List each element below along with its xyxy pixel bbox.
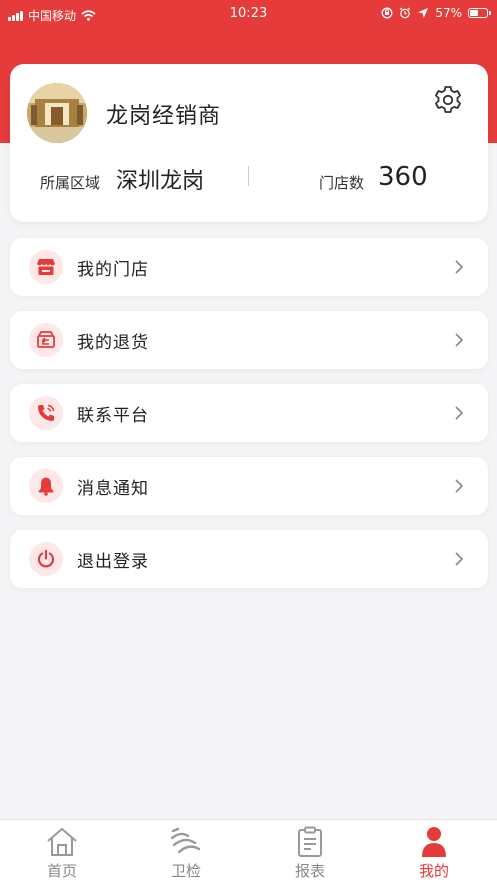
phone-icon (29, 396, 63, 430)
menu-label: 我的门店 (77, 260, 149, 280)
tab-reports[interactable]: 报表 (248, 820, 372, 884)
store-icon (29, 250, 63, 284)
store-name: 龙岗经销商 (106, 104, 222, 129)
chevron-right-icon (448, 329, 470, 351)
status-right: 57% (381, 6, 491, 20)
tab-label: 卫检 (170, 862, 201, 880)
tab-label: 我的 (418, 862, 449, 880)
alarm-icon (400, 7, 411, 19)
location-arrow-icon (418, 8, 429, 18)
tab-label: 首页 (46, 862, 77, 880)
stats-row: 所属区域 深圳龙岗 门店数 360 (10, 162, 488, 194)
power-icon (29, 542, 63, 576)
chevron-right-icon (448, 475, 470, 497)
menu-label: 联系平台 (77, 406, 149, 426)
battery-icon (468, 8, 491, 18)
battery-percent: 57% (435, 6, 462, 20)
region-value: 深圳龙岗 (116, 169, 205, 194)
avatar[interactable] (27, 83, 87, 143)
tab-bar: 首页 卫检 报表 我的 (0, 819, 497, 884)
menu-label: 我的退货 (77, 333, 149, 353)
menu-item-contact-platform[interactable]: 联系平台 (10, 384, 488, 442)
chevron-right-icon (448, 548, 470, 570)
bell-icon (29, 469, 63, 503)
menu-item-my-stores[interactable]: 我的门店 (10, 238, 488, 296)
tab-label: 报表 (294, 862, 325, 880)
store-photo (27, 83, 87, 143)
menu-item-notifications[interactable]: 消息通知 (10, 457, 488, 515)
battery-fill (470, 10, 478, 16)
settings-button[interactable] (430, 82, 466, 118)
tab-home[interactable]: 首页 (0, 820, 124, 884)
stores-label: 门店数 (319, 174, 365, 192)
menu-item-my-returns[interactable]: 我的退货 (10, 311, 488, 369)
menu-item-logout[interactable]: 退出登录 (10, 530, 488, 588)
menu-label: 消息通知 (77, 479, 149, 499)
clipboard-icon (292, 826, 328, 858)
region-label: 所属区域 (40, 174, 101, 192)
stats-divider (248, 166, 249, 186)
chevron-right-icon (448, 256, 470, 278)
signal-icon (168, 826, 204, 858)
status-bar: 中国移动 10:23 57% (0, 0, 497, 28)
tab-mine[interactable]: 我的 (372, 820, 496, 884)
gear-icon (435, 86, 461, 113)
chevron-right-icon (448, 402, 470, 424)
menu-label: 退出登录 (77, 552, 149, 572)
home-icon (44, 826, 80, 858)
profile-card: 龙岗经销商 所属区域 深圳龙岗 门店数 360 (10, 64, 488, 222)
tab-inspection[interactable]: 卫检 (124, 820, 248, 884)
user-icon (416, 826, 452, 858)
rotation-lock-icon (381, 7, 393, 19)
stores-count: 360 (378, 162, 428, 192)
return-icon (29, 323, 63, 357)
